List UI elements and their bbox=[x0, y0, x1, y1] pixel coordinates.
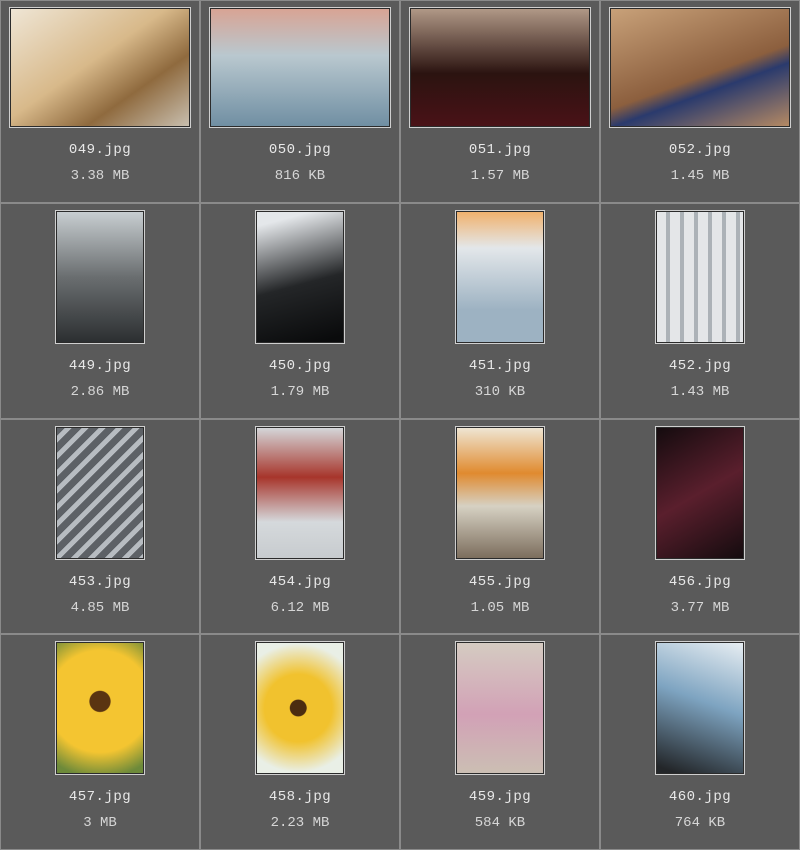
thumbnail-cell[interactable]: 459.jpg 584 KB bbox=[400, 634, 600, 850]
thumbnail-cell[interactable]: 052.jpg 1.45 MB bbox=[600, 0, 800, 203]
thumbnail-image[interactable] bbox=[655, 426, 745, 560]
thumbnail-wrap bbox=[5, 210, 195, 344]
thumbnail-image[interactable] bbox=[455, 210, 545, 344]
file-name-label: 049.jpg bbox=[69, 142, 131, 158]
file-size-label: 816 KB bbox=[275, 168, 325, 184]
thumbnail-cell[interactable]: 051.jpg 1.57 MB bbox=[400, 0, 600, 203]
thumbnail-cell[interactable]: 449.jpg 2.86 MB bbox=[0, 203, 200, 419]
file-name-label: 452.jpg bbox=[669, 358, 731, 374]
thumbnail-wrap bbox=[205, 7, 395, 128]
thumbnail-cell[interactable]: 050.jpg 816 KB bbox=[200, 0, 400, 203]
thumbnail-wrap bbox=[605, 641, 795, 775]
thumbnail-wrap bbox=[5, 426, 195, 560]
thumbnail-cell[interactable]: 451.jpg 310 KB bbox=[400, 203, 600, 419]
thumbnail-image[interactable] bbox=[55, 641, 145, 775]
file-size-label: 1.57 MB bbox=[471, 168, 530, 184]
file-name-label: 453.jpg bbox=[69, 574, 131, 590]
file-size-label: 1.45 MB bbox=[671, 168, 730, 184]
thumbnail-cell[interactable]: 458.jpg 2.23 MB bbox=[200, 634, 400, 850]
thumbnail-image[interactable] bbox=[409, 7, 591, 128]
thumbnail-image[interactable] bbox=[9, 7, 191, 128]
thumbnail-wrap bbox=[205, 641, 395, 775]
thumbnail-cell[interactable]: 454.jpg 6.12 MB bbox=[200, 419, 400, 635]
file-name-label: 450.jpg bbox=[269, 358, 331, 374]
file-name-label: 449.jpg bbox=[69, 358, 131, 374]
file-name-label: 451.jpg bbox=[469, 358, 531, 374]
thumbnail-wrap bbox=[405, 426, 595, 560]
thumbnail-wrap bbox=[605, 426, 795, 560]
thumbnail-cell[interactable]: 453.jpg 4.85 MB bbox=[0, 419, 200, 635]
file-size-label: 1.05 MB bbox=[471, 600, 530, 616]
thumbnail-image[interactable] bbox=[209, 7, 391, 128]
file-name-label: 457.jpg bbox=[69, 789, 131, 805]
file-size-label: 2.86 MB bbox=[71, 384, 130, 400]
thumbnail-wrap bbox=[605, 210, 795, 344]
thumbnail-cell[interactable]: 460.jpg 764 KB bbox=[600, 634, 800, 850]
file-size-label: 6.12 MB bbox=[271, 600, 330, 616]
file-size-label: 4.85 MB bbox=[71, 600, 130, 616]
file-size-label: 3.38 MB bbox=[71, 168, 130, 184]
thumbnail-wrap bbox=[5, 7, 195, 128]
file-name-label: 458.jpg bbox=[269, 789, 331, 805]
file-name-label: 051.jpg bbox=[469, 142, 531, 158]
file-name-label: 459.jpg bbox=[469, 789, 531, 805]
file-name-label: 454.jpg bbox=[269, 574, 331, 590]
thumbnail-cell[interactable]: 456.jpg 3.77 MB bbox=[600, 419, 800, 635]
file-size-label: 3 MB bbox=[83, 815, 117, 831]
file-name-label: 455.jpg bbox=[469, 574, 531, 590]
thumbnail-image[interactable] bbox=[455, 426, 545, 560]
thumbnail-cell[interactable]: 455.jpg 1.05 MB bbox=[400, 419, 600, 635]
file-name-label: 052.jpg bbox=[669, 142, 731, 158]
thumbnail-image[interactable] bbox=[255, 426, 345, 560]
thumbnail-wrap bbox=[5, 641, 195, 775]
thumbnail-wrap bbox=[205, 210, 395, 344]
thumbnail-cell[interactable]: 452.jpg 1.43 MB bbox=[600, 203, 800, 419]
file-size-label: 310 KB bbox=[475, 384, 525, 400]
thumbnail-image[interactable] bbox=[455, 641, 545, 775]
thumbnail-image[interactable] bbox=[255, 210, 345, 344]
file-name-label: 460.jpg bbox=[669, 789, 731, 805]
thumbnail-image[interactable] bbox=[655, 210, 745, 344]
thumbnail-image[interactable] bbox=[55, 426, 145, 560]
thumbnail-wrap bbox=[405, 641, 595, 775]
file-size-label: 764 KB bbox=[675, 815, 725, 831]
file-size-label: 584 KB bbox=[475, 815, 525, 831]
thumbnail-cell[interactable]: 450.jpg 1.79 MB bbox=[200, 203, 400, 419]
thumbnail-wrap bbox=[605, 7, 795, 128]
file-size-label: 1.79 MB bbox=[271, 384, 330, 400]
file-size-label: 1.43 MB bbox=[671, 384, 730, 400]
thumbnail-image[interactable] bbox=[655, 641, 745, 775]
thumbnail-wrap bbox=[405, 210, 595, 344]
thumbnail-image[interactable] bbox=[255, 641, 345, 775]
thumbnail-wrap bbox=[205, 426, 395, 560]
thumbnail-image[interactable] bbox=[609, 7, 791, 128]
file-size-label: 3.77 MB bbox=[671, 600, 730, 616]
file-name-label: 050.jpg bbox=[269, 142, 331, 158]
file-size-label: 2.23 MB bbox=[271, 815, 330, 831]
thumbnail-wrap bbox=[405, 7, 595, 128]
thumbnail-cell[interactable]: 049.jpg 3.38 MB bbox=[0, 0, 200, 203]
thumbnail-cell[interactable]: 457.jpg 3 MB bbox=[0, 634, 200, 850]
thumbnail-image[interactable] bbox=[55, 210, 145, 344]
thumbnail-grid: 049.jpg 3.38 MB 050.jpg 816 KB 051.jpg 1.57 M… bbox=[0, 0, 800, 850]
file-name-label: 456.jpg bbox=[669, 574, 731, 590]
